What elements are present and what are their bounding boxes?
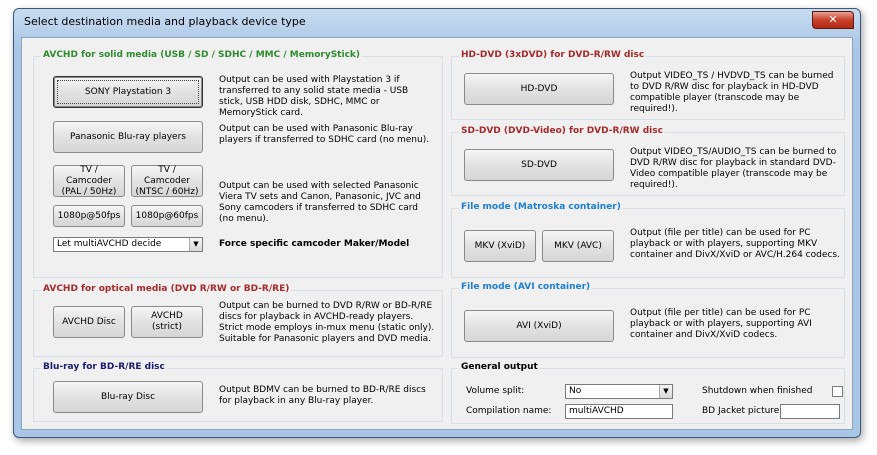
sddvd-title: SD-DVD (DVD-Video) for DVD-R/RW disc <box>459 126 665 136</box>
1080p50-button[interactable]: 1080p@50fps <box>53 205 125 227</box>
1080p60-button[interactable]: 1080p@60fps <box>131 205 203 227</box>
volume-split-value: No <box>569 386 582 396</box>
shutdown-label: Shutdown when finished <box>702 386 813 396</box>
bd-jacket-label: BD Jacket picture: <box>702 406 783 416</box>
mkv-xvid-button[interactable]: MKV (XviD) <box>464 230 536 262</box>
chevron-down-icon[interactable]: ▼ <box>189 238 202 251</box>
avi-title: File mode (AVI container) <box>459 282 593 292</box>
volume-split-select[interactable]: No ▼ <box>565 384 673 399</box>
avchd-optical-description: Output can be burned to DVD R/RW or BD-R… <box>219 301 435 344</box>
sddvd-description: Output VIDEO_TS/AUDIO_TS can be burned t… <box>630 147 837 190</box>
mkv-title: File mode (Matroska container) <box>459 202 623 212</box>
sddvd-button[interactable]: SD-DVD <box>464 149 614 181</box>
compilation-name-label: Compilation name: <box>466 406 552 416</box>
maker-label: Force specific camcoder Maker/Model <box>219 239 410 249</box>
avchd-solid-group: AVCHD for solid media (USB / SD / SDHC /… <box>33 50 443 278</box>
avchd-disc-button[interactable]: AVCHD Disc <box>53 306 125 338</box>
hddvd-title: HD-DVD (3xDVD) for DVD-R/RW disc <box>459 50 647 60</box>
avi-description: Output (file per title) can be used for … <box>630 308 812 340</box>
bluray-disc-button[interactable]: Blu-ray Disc <box>53 381 203 413</box>
close-icon: ✕ <box>828 13 838 26</box>
close-button[interactable]: ✕ <box>812 11 854 29</box>
mkv-group: File mode (Matroska container) MKV (XviD… <box>451 202 845 278</box>
window-title: Select destination media and playback de… <box>24 15 306 28</box>
ps3-description: Output can be used with Playstation 3 if… <box>219 75 409 118</box>
maker-select[interactable]: Let multiAVCHD decide ▼ <box>53 237 203 252</box>
hddvd-button[interactable]: HD-DVD <box>464 73 614 105</box>
dialog-window: Select destination media and playback de… <box>13 8 861 438</box>
shutdown-checkbox[interactable] <box>832 386 843 397</box>
avi-group: File mode (AVI container) AVI (XviD) Out… <box>451 282 845 358</box>
avchd-solid-title: AVCHD for solid media (USB / SD / SDHC /… <box>41 50 362 60</box>
panasonic-bluray-button[interactable]: Panasonic Blu-ray players <box>53 121 203 153</box>
bluray-description: Output BDMV can be burned to BD-R/RE dis… <box>219 385 426 406</box>
avchd-optical-group: AVCHD for optical media (DVD R/RW or BD-… <box>33 284 443 357</box>
avchd-strict-button[interactable]: AVCHD (strict) <box>131 306 203 338</box>
ps3-button[interactable]: SONY Playstation 3 <box>53 76 203 108</box>
hddvd-description: Output VIDEO_TS / HVDVD_TS can be burned… <box>630 71 834 114</box>
sddvd-group: SD-DVD (DVD-Video) for DVD-R/RW disc SD-… <box>451 126 845 196</box>
general-output-group: General output Volume split: No ▼ Shutdo… <box>451 362 845 424</box>
volume-split-label: Volume split: <box>466 386 525 396</box>
bluray-group: Blu-ray for BD-R/RE disc Blu-ray Disc Ou… <box>33 362 443 422</box>
dialog-client-area: AVCHD for solid media (USB / SD / SDHC /… <box>21 37 853 430</box>
avchd-optical-title: AVCHD for optical media (DVD R/RW or BD-… <box>41 284 292 294</box>
camcoder-description: Output can be used with selected Panason… <box>219 181 421 224</box>
panasonic-description: Output can be used with Panasonic Blu-ra… <box>219 124 430 145</box>
maker-select-value: Let multiAVCHD decide <box>57 239 162 249</box>
avi-xvid-button[interactable]: AVI (XviD) <box>464 310 614 342</box>
tv-camcoder-ntsc-button[interactable]: TV / Camcoder (NTSC / 60Hz) <box>131 165 203 197</box>
compilation-name-field[interactable]: multiAVCHD <box>565 404 673 419</box>
chevron-down-icon[interactable]: ▼ <box>659 385 672 398</box>
general-output-title: General output <box>459 362 540 372</box>
mkv-description: Output (file per title) can be used for … <box>630 228 840 260</box>
mkv-avc-button[interactable]: MKV (AVC) <box>542 230 614 262</box>
bluray-title: Blu-ray for BD-R/RE disc <box>41 362 167 372</box>
bd-jacket-field[interactable] <box>780 404 840 419</box>
tv-camcoder-pal-button[interactable]: TV / Camcoder (PAL / 50Hz) <box>53 165 125 197</box>
hddvd-group: HD-DVD (3xDVD) for DVD-R/RW disc HD-DVD … <box>451 50 845 120</box>
